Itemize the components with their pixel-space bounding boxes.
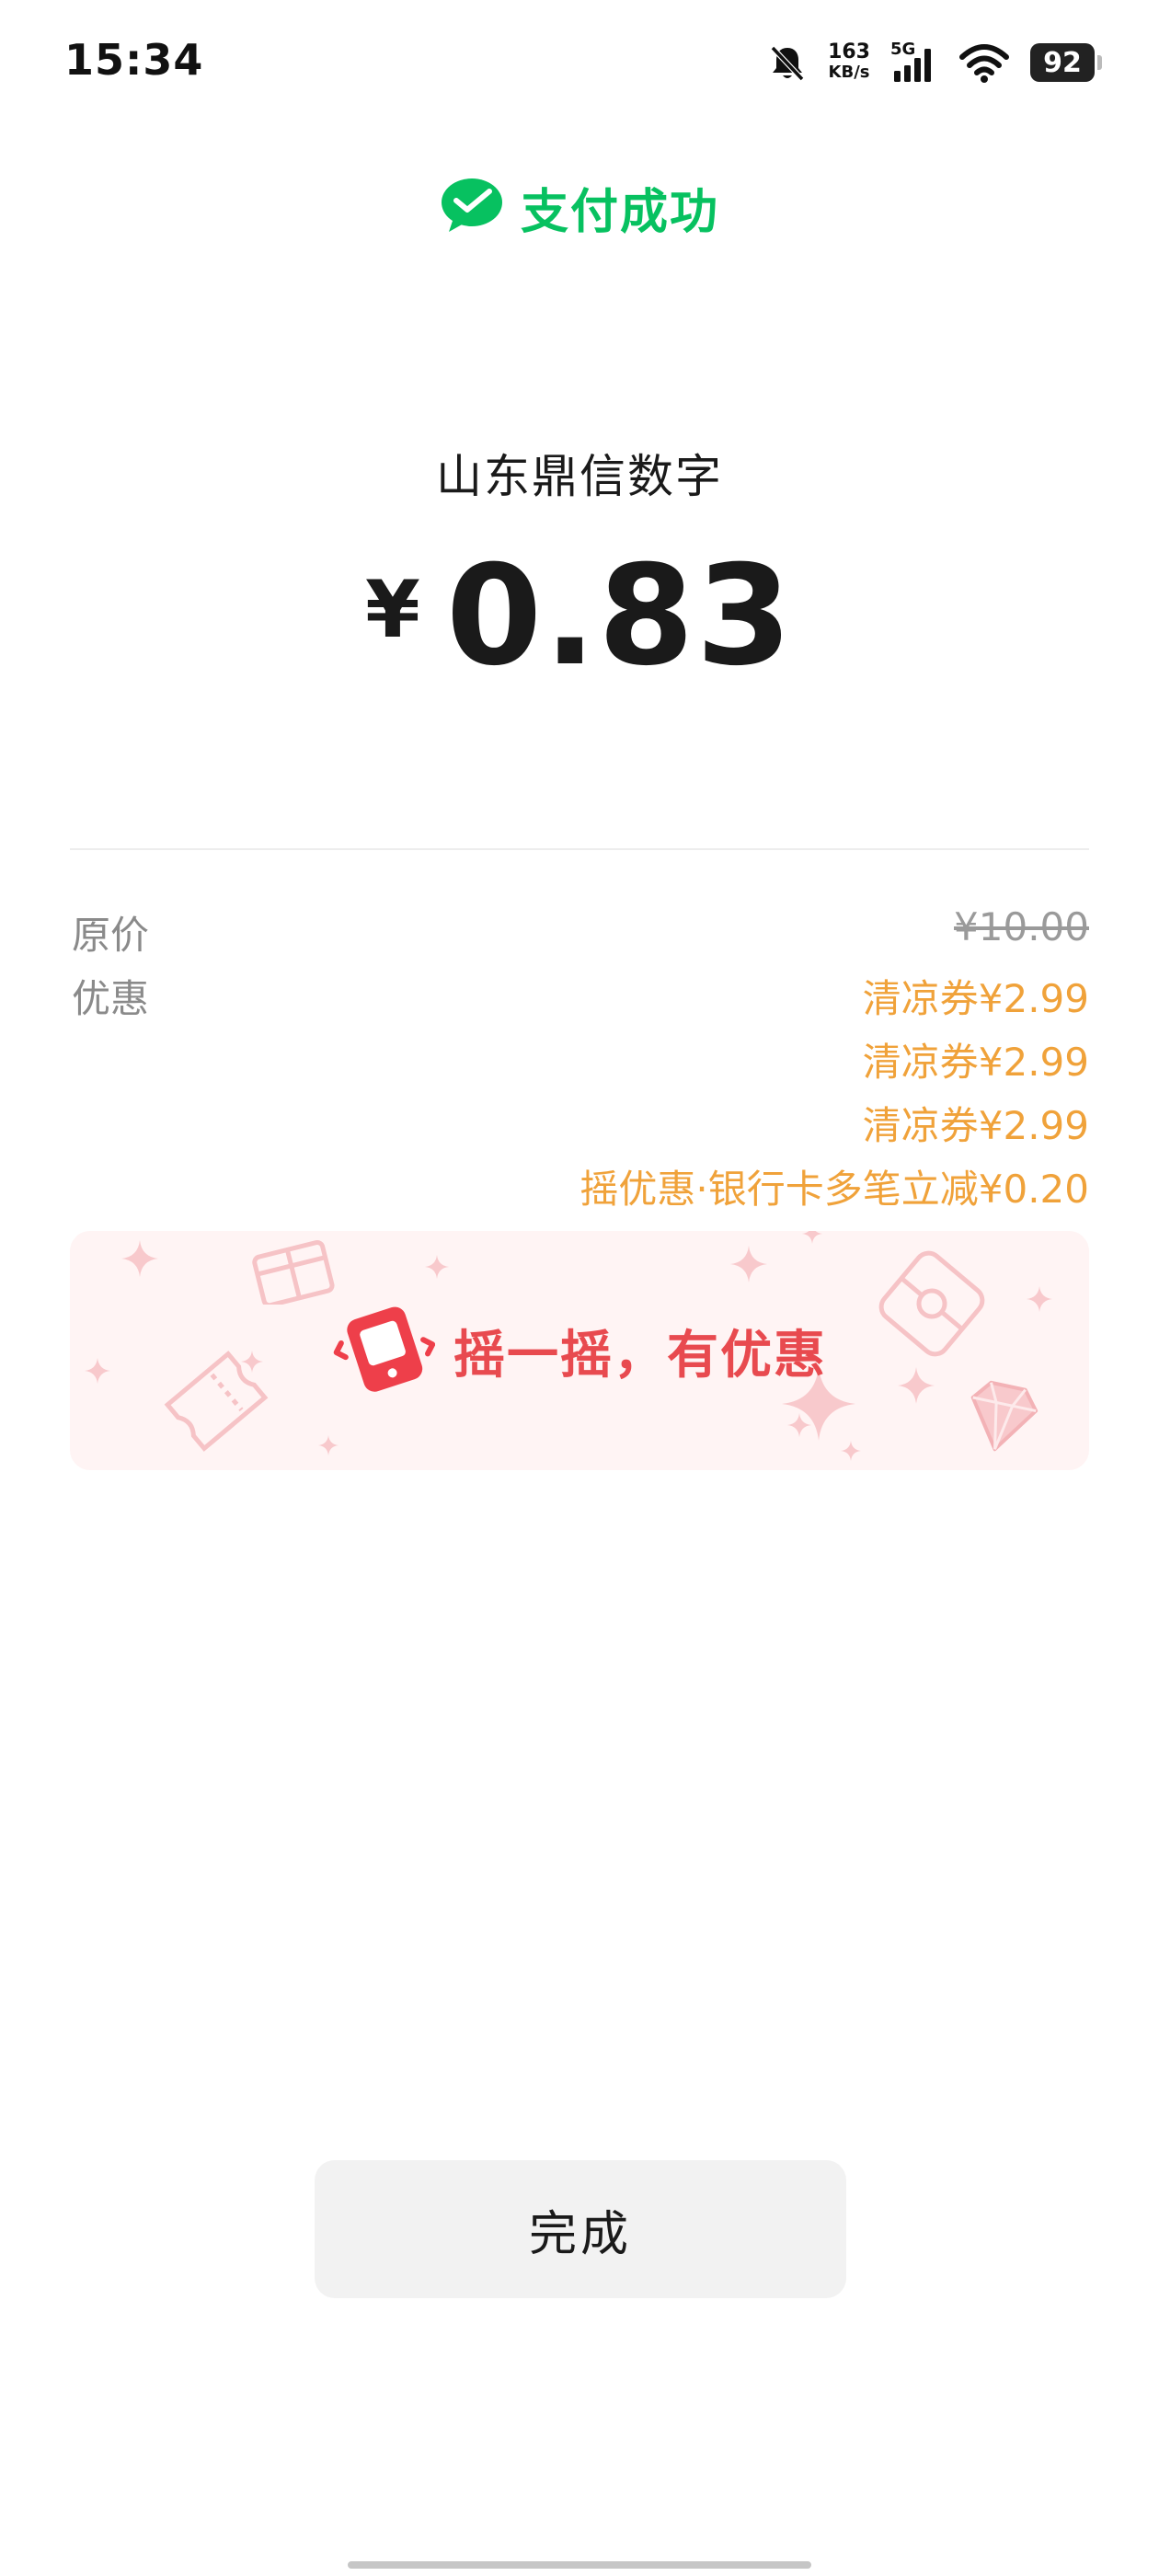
status-bar: 15:34 163 KB/s 5G 92 bbox=[0, 0, 1159, 120]
payment-success-header: 支付成功 bbox=[0, 175, 1159, 240]
divider bbox=[70, 848, 1089, 850]
home-indicator[interactable] bbox=[348, 2561, 811, 2569]
battery-level: 92 bbox=[1043, 46, 1082, 79]
net-speed-unit: KB/s bbox=[828, 63, 870, 82]
net-speed: 163 KB/s bbox=[828, 42, 870, 83]
shake-banner-text: 摇一摇，有优惠 bbox=[453, 1325, 827, 1386]
shake-banner-content: 摇一摇，有优惠 bbox=[70, 1231, 1089, 1470]
payment-amount: ¥ 0.83 bbox=[0, 547, 1159, 695]
discount-item: 清凉券¥2.99 bbox=[862, 1040, 1089, 1085]
amount-value: 0.83 bbox=[445, 536, 794, 696]
signal-icon: 5G bbox=[890, 40, 938, 84]
bell-muted-icon bbox=[767, 42, 808, 83]
discount-label: 优惠 bbox=[72, 976, 150, 1021]
shake-for-discount-banner[interactable]: 摇一摇，有优惠 bbox=[70, 1231, 1089, 1470]
wechat-pay-icon bbox=[440, 177, 504, 237]
discount-item: 清凉券¥2.99 bbox=[862, 976, 1089, 1021]
discount-item: 摇优惠·银行卡多笔立减¥0.20 bbox=[580, 1167, 1089, 1212]
net-speed-value: 163 bbox=[828, 40, 870, 63]
merchant-name: 山东鼎信数字 bbox=[436, 450, 723, 503]
original-price-value: ¥10.00 bbox=[954, 904, 1089, 949]
currency-symbol: ¥ bbox=[365, 564, 420, 656]
original-price-label: 原价 bbox=[72, 913, 150, 958]
done-button[interactable]: 完成 bbox=[315, 2160, 846, 2298]
status-time: 15:34 bbox=[64, 35, 204, 85]
payment-success-text: 支付成功 bbox=[520, 184, 719, 240]
shake-phone-icon bbox=[332, 1301, 436, 1400]
discount-item: 清凉券¥2.99 bbox=[862, 1103, 1089, 1148]
wifi-icon bbox=[958, 42, 1010, 83]
battery-icon: 92 bbox=[1030, 43, 1102, 82]
status-icons: 163 KB/s 5G 92 bbox=[767, 37, 1102, 88]
